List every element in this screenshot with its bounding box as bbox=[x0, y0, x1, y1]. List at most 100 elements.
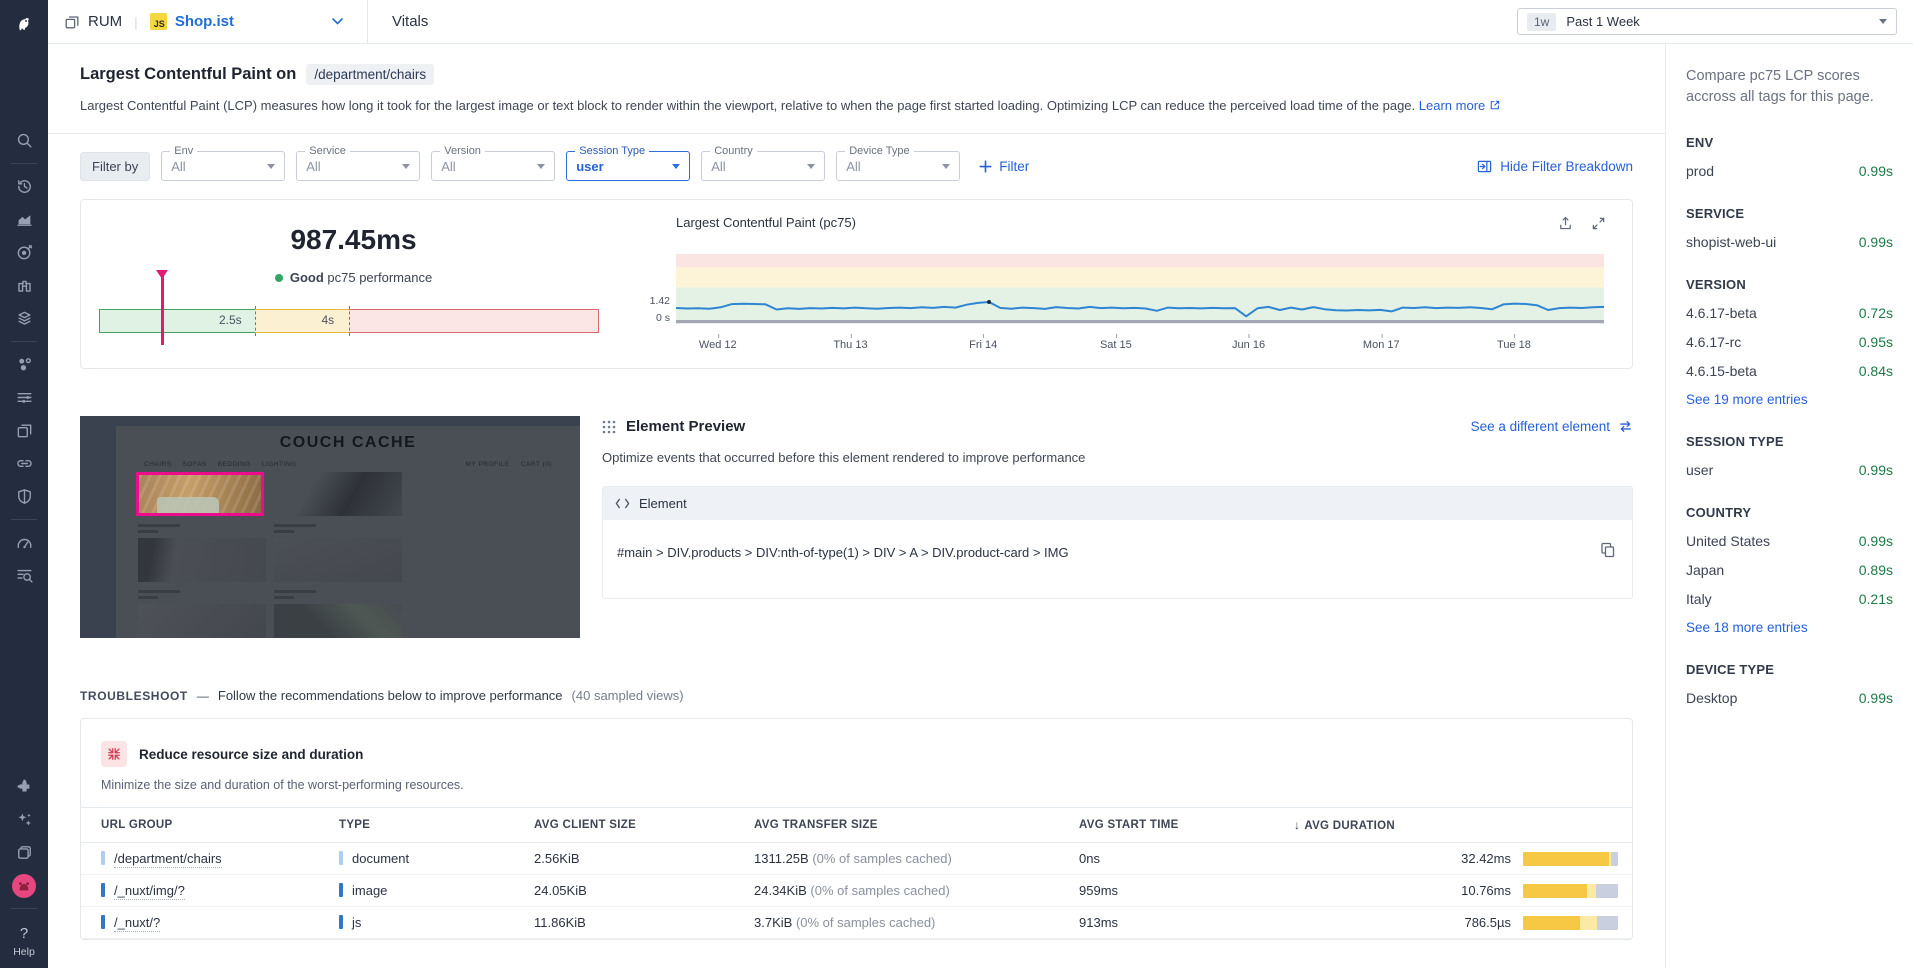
filter-device-type[interactable]: Device Type All bbox=[836, 145, 961, 181]
compare-section-device-type: DEVICE TYPE Desktop 0.99s bbox=[1686, 662, 1893, 706]
lcp-chart[interactable]: 1.42 0 s Wed 12 Thu 13 Fri 14 Sat 15 Jun… bbox=[650, 254, 1605, 355]
hide-filter-breakdown-link[interactable]: Hide Filter Breakdown bbox=[1477, 159, 1633, 174]
duration-bar bbox=[1523, 883, 1618, 898]
gauge-needs-improvement-segment bbox=[255, 309, 349, 333]
chevron-down-icon bbox=[537, 163, 546, 169]
chevron-down-icon bbox=[267, 163, 276, 169]
filter-value: All bbox=[171, 158, 186, 174]
filter-value: All bbox=[441, 158, 456, 174]
nav-divider bbox=[11, 341, 37, 342]
tab-vitals[interactable]: Vitals bbox=[392, 13, 428, 30]
avatar-dog-icon bbox=[19, 881, 29, 890]
element-preview-panel: Element Preview See a different element … bbox=[602, 416, 1633, 638]
add-filter-button[interactable]: Filter bbox=[979, 159, 1029, 174]
compare-row: 4.6.17-beta 0.72s bbox=[1686, 305, 1893, 322]
element-preview-subtitle: Optimize events that occurred before thi… bbox=[602, 450, 1086, 465]
synthetics-link-icon[interactable] bbox=[0, 447, 48, 480]
expand-icon[interactable] bbox=[1591, 216, 1606, 231]
url-group-value[interactable]: /_nuxt/? bbox=[114, 915, 161, 932]
ai-sparkles-icon[interactable] bbox=[0, 803, 48, 836]
chevron-down-icon bbox=[332, 18, 343, 25]
gauge-tick-2-5s: 2.5s bbox=[219, 313, 242, 327]
main-content: Largest Contentful Paint on /department/… bbox=[48, 44, 1665, 968]
column-url-group[interactable]: URL GROUP bbox=[81, 807, 331, 843]
y-axis-tick: 1.42 bbox=[649, 295, 670, 307]
preview-product-card bbox=[274, 538, 402, 582]
compare-row: prod 0.99s bbox=[1686, 163, 1893, 180]
time-range-selector[interactable]: 1w Past 1 Week bbox=[1517, 8, 1897, 35]
compare-section-session-type: SESSION TYPE user 0.99s bbox=[1686, 434, 1893, 478]
filter-env[interactable]: Env All bbox=[161, 145, 286, 181]
client-size-value: 11.86KiB bbox=[526, 906, 746, 939]
filter-country[interactable]: Country All bbox=[701, 145, 826, 181]
integrations-puzzle-icon[interactable] bbox=[0, 770, 48, 803]
compare-section-title: DEVICE TYPE bbox=[1686, 662, 1775, 678]
filter-version[interactable]: Version All bbox=[431, 145, 556, 181]
element-preview-heading: Element Preview bbox=[626, 418, 746, 435]
chevron-down-icon bbox=[807, 163, 816, 169]
url-group-value[interactable]: /_nuxt/img/? bbox=[114, 883, 185, 900]
help-item[interactable]: ? Help bbox=[13, 915, 35, 968]
gauge-tick-4s: 4s bbox=[321, 313, 335, 327]
dashboards-chart-icon[interactable] bbox=[0, 203, 48, 236]
column-type[interactable]: TYPE bbox=[331, 807, 526, 843]
filter-session-type[interactable]: Session Type user bbox=[566, 145, 691, 181]
column-avg-client-size[interactable]: AVG CLIENT SIZE bbox=[526, 807, 746, 843]
see-different-element-link[interactable]: See a different element bbox=[1471, 419, 1633, 434]
search-icon[interactable] bbox=[0, 124, 48, 157]
url-group-value[interactable]: /department/chairs bbox=[114, 851, 222, 868]
x-axis-label: Wed 12 bbox=[698, 334, 737, 351]
export-icon[interactable] bbox=[1558, 216, 1573, 231]
apm-cluster-icon[interactable] bbox=[0, 348, 48, 381]
filter-value: All bbox=[711, 158, 726, 174]
preview-product-card bbox=[138, 604, 266, 638]
compare-section-service: SERVICE shopist-web-ui 0.99s bbox=[1686, 206, 1893, 250]
see-more-entries-link[interactable]: See 18 more entries bbox=[1686, 620, 1893, 635]
resources-table: URL GROUP TYPE AVG CLIENT SIZE AVG TRANS… bbox=[81, 807, 1632, 939]
table-header-row: URL GROUP TYPE AVG CLIENT SIZE AVG TRANS… bbox=[81, 807, 1632, 843]
workspaces-overlap-icon[interactable] bbox=[0, 836, 48, 869]
status-dot-icon bbox=[274, 273, 283, 282]
watchdog-binoculars-icon[interactable] bbox=[0, 269, 48, 302]
preview-product-card bbox=[138, 538, 266, 582]
duration-value: 32.42ms bbox=[1461, 851, 1511, 866]
logs-filter-lines-icon[interactable] bbox=[0, 381, 48, 414]
table-row[interactable]: /department/chairs document 2.56KiB 1311… bbox=[81, 842, 1632, 875]
rum-windows-icon[interactable] bbox=[0, 414, 48, 447]
security-shield-icon[interactable] bbox=[0, 480, 48, 513]
infrastructure-layers-icon[interactable] bbox=[0, 302, 48, 335]
filter-label: Version bbox=[440, 145, 485, 157]
performance-gauge-icon[interactable] bbox=[0, 526, 48, 559]
column-avg-transfer-size[interactable]: AVG TRANSFER SIZE bbox=[746, 807, 1071, 843]
column-avg-start-time[interactable]: AVG START TIME bbox=[1071, 807, 1286, 843]
time-range-badge: 1w bbox=[1527, 12, 1557, 31]
app-selector[interactable]: JS Shop.ist bbox=[149, 13, 343, 30]
history-clock-icon[interactable] bbox=[0, 170, 48, 203]
compare-section-country: COUNTRY United States 0.99s Japan 0.89s … bbox=[1686, 505, 1893, 635]
external-link-icon bbox=[1490, 100, 1500, 110]
filter-service[interactable]: Service All bbox=[296, 145, 421, 181]
see-more-entries-link[interactable]: See 19 more entries bbox=[1686, 392, 1893, 407]
table-row[interactable]: /_nuxt/? js 11.86KiB 3.7KiB (0% of sampl… bbox=[81, 906, 1632, 939]
table-row[interactable]: /_nuxt/img/? image 24.05KiB 24.34KiB (0%… bbox=[81, 874, 1632, 907]
client-size-value: 2.56KiB bbox=[526, 842, 746, 875]
gauge-value-marker bbox=[155, 270, 168, 345]
score-pane: 987.45ms Good pc75 performance 2.5s 4s bbox=[81, 200, 626, 368]
page-title: Largest Contentful Paint on bbox=[80, 65, 297, 83]
transfer-note: (0% of samples cached) bbox=[810, 883, 950, 898]
datadog-logo[interactable] bbox=[0, 0, 48, 46]
type-chip-icon bbox=[339, 883, 343, 897]
filter-by-button[interactable]: Filter by bbox=[80, 151, 151, 181]
duration-bar bbox=[1523, 915, 1618, 930]
rum-breadcrumb[interactable]: RUM bbox=[64, 13, 122, 30]
log-explorer-search-icon[interactable] bbox=[0, 559, 48, 592]
monitor-target-icon[interactable] bbox=[0, 236, 48, 269]
column-avg-duration[interactable]: ↓ AVG DURATION bbox=[1286, 807, 1632, 843]
copy-icon[interactable] bbox=[1600, 542, 1616, 558]
code-icon bbox=[615, 498, 630, 509]
learn-more-link[interactable]: Learn more bbox=[1419, 98, 1501, 113]
compare-row: Italy 0.21s bbox=[1686, 591, 1893, 608]
x-axis-label: Sat 15 bbox=[1099, 334, 1132, 351]
plus-icon bbox=[979, 159, 992, 173]
user-avatar[interactable] bbox=[0, 869, 48, 902]
